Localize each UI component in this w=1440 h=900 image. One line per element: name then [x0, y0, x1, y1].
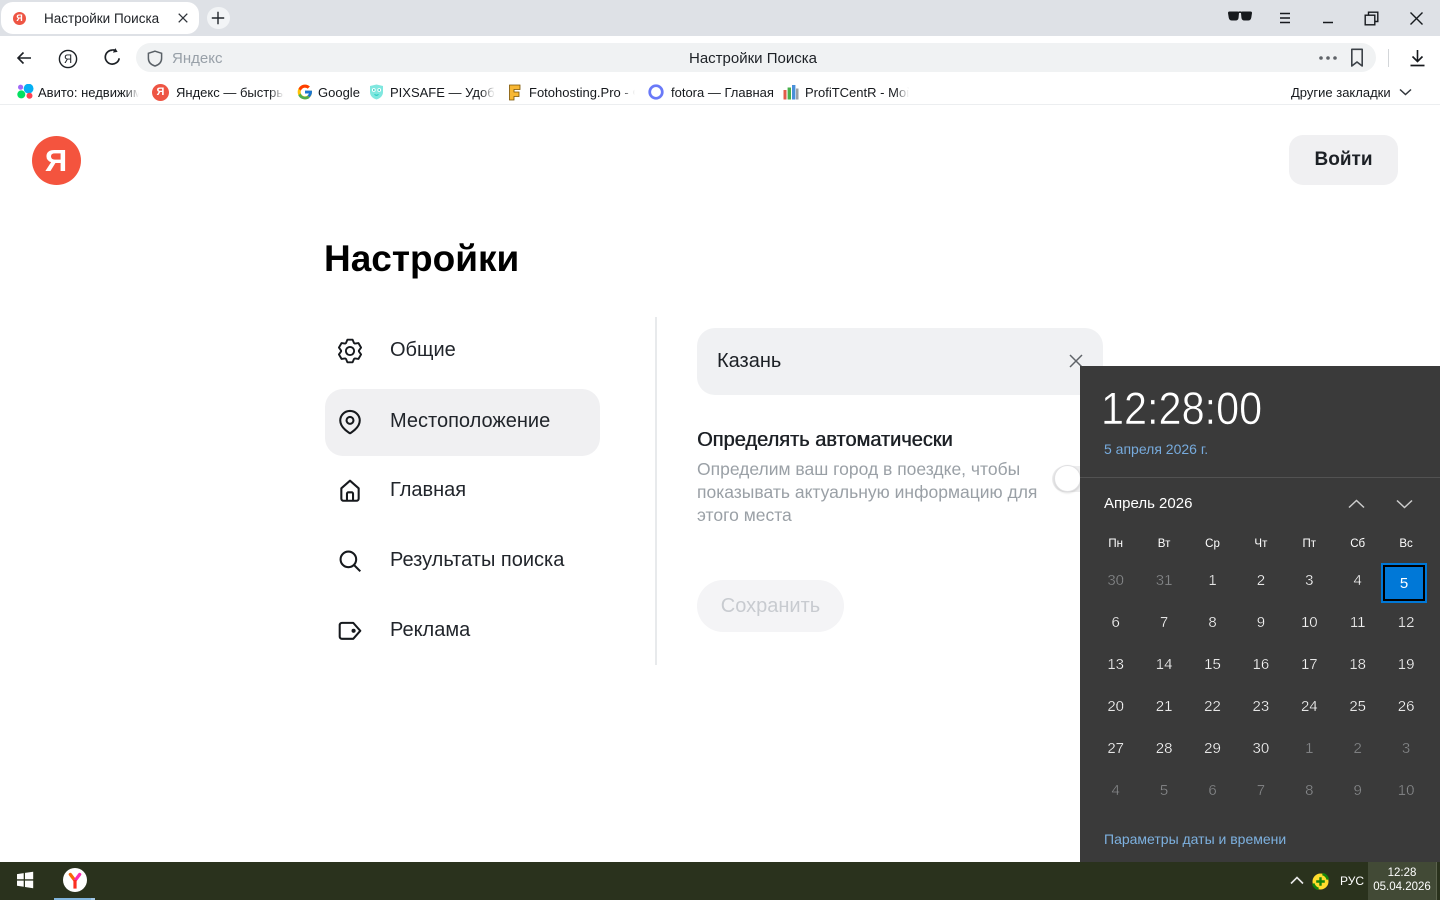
svg-text:Я: Я: [64, 54, 72, 66]
